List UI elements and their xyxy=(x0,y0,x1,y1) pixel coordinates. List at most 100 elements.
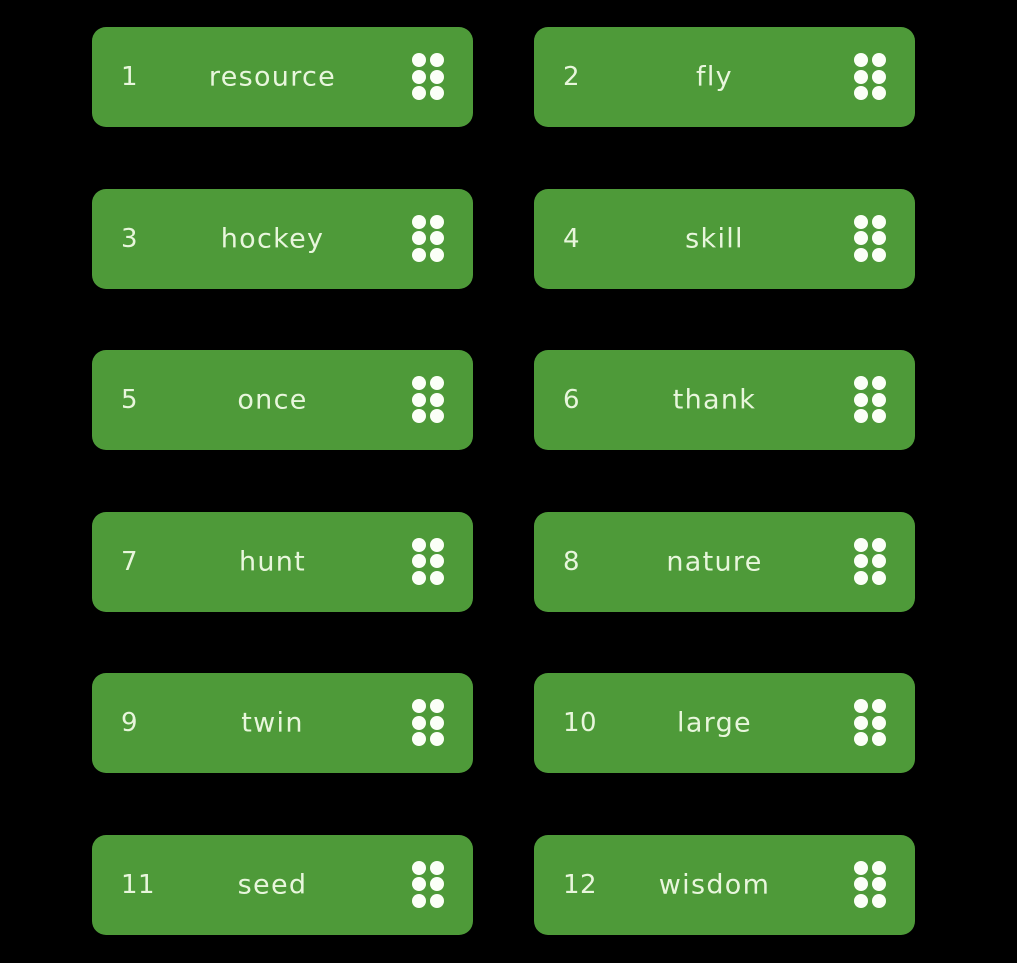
word-label: hockey xyxy=(220,223,325,254)
handle-dot xyxy=(412,554,426,568)
handle-dot xyxy=(872,570,886,585)
drag-handle-icon[interactable] xyxy=(412,537,445,586)
word-label: wisdom xyxy=(658,869,771,900)
handle-dot xyxy=(412,699,426,713)
handle-dot xyxy=(872,699,886,713)
handle-dot xyxy=(412,214,426,229)
handle-dot xyxy=(854,214,868,229)
word-tile-1[interactable]: 1 resource xyxy=(92,27,473,127)
handle-dot xyxy=(412,376,426,390)
handle-dot xyxy=(412,860,426,875)
handle-dot xyxy=(412,893,426,908)
word-tile-2[interactable]: 2 fly xyxy=(534,27,915,127)
handle-dot xyxy=(854,537,868,552)
word-label: seed xyxy=(237,869,308,900)
handle-dot xyxy=(412,392,426,407)
handle-dot xyxy=(412,86,426,100)
handle-dot xyxy=(412,537,426,552)
handle-dot xyxy=(872,69,886,84)
handle-dot xyxy=(854,554,868,568)
word-label: fly xyxy=(696,61,733,93)
handle-dot xyxy=(430,860,444,875)
word-label: nature xyxy=(666,546,763,577)
handle-dot xyxy=(430,69,444,84)
handle-dot xyxy=(854,392,868,407)
word-tile-11[interactable]: 11 seed xyxy=(92,834,473,935)
handle-dot xyxy=(430,554,444,568)
drag-handle-icon[interactable] xyxy=(854,53,887,101)
handle-dot xyxy=(872,247,886,262)
drag-handle-icon[interactable] xyxy=(412,53,445,101)
handle-dot xyxy=(412,732,426,746)
handle-dot xyxy=(872,231,886,245)
handle-dot xyxy=(412,247,426,262)
word-tile-5[interactable]: 5 once xyxy=(92,350,473,450)
handle-dot xyxy=(412,570,426,585)
drag-handle-icon[interactable] xyxy=(412,699,445,747)
word-label: thank xyxy=(672,384,757,416)
word-tile-3[interactable]: 3 hockey xyxy=(92,188,473,289)
handle-dot xyxy=(430,53,444,67)
handle-dot xyxy=(430,376,444,390)
handle-dot xyxy=(430,86,444,100)
drag-handle-icon[interactable] xyxy=(854,376,887,424)
handle-dot xyxy=(430,715,444,730)
handle-dot xyxy=(872,732,886,746)
handle-dot xyxy=(854,86,868,100)
handle-dot xyxy=(412,715,426,730)
handle-dot xyxy=(430,893,444,908)
handle-dot xyxy=(430,570,444,585)
word-tile-7[interactable]: 7 hunt xyxy=(92,511,473,612)
word-tile-6[interactable]: 6 thank xyxy=(534,350,915,450)
handle-dot xyxy=(854,732,868,746)
drag-handle-icon[interactable] xyxy=(854,860,887,909)
handle-dot xyxy=(872,86,886,100)
drag-handle-icon[interactable] xyxy=(412,860,445,909)
word-tile-12[interactable]: 12 wisdom xyxy=(534,834,915,935)
handle-dot xyxy=(430,732,444,746)
handle-dot xyxy=(872,877,886,891)
handle-dot xyxy=(854,69,868,84)
drag-handle-icon[interactable] xyxy=(412,376,445,424)
drag-handle-icon[interactable] xyxy=(412,214,445,263)
word-tile-10[interactable]: 10 large xyxy=(534,673,915,773)
handle-dot xyxy=(872,554,886,568)
word-tile-grid: 1 resource 2 fly 3 hockey 4 skill 5 once… xyxy=(92,27,915,935)
word-label: large xyxy=(677,707,752,739)
handle-dot xyxy=(854,409,868,423)
handle-dot xyxy=(430,537,444,552)
handle-dot xyxy=(412,231,426,245)
handle-dot xyxy=(412,53,426,67)
handle-dot xyxy=(430,214,444,229)
handle-dot xyxy=(872,860,886,875)
handle-dot xyxy=(412,69,426,84)
word-tile-9[interactable]: 9 twin xyxy=(92,673,473,773)
handle-dot xyxy=(854,715,868,730)
handle-dot xyxy=(872,715,886,730)
word-label: once xyxy=(237,384,308,416)
word-tile-8[interactable]: 8 nature xyxy=(534,511,915,612)
handle-dot xyxy=(872,893,886,908)
drag-handle-icon[interactable] xyxy=(854,537,887,586)
drag-handle-icon[interactable] xyxy=(854,214,887,263)
handle-dot xyxy=(854,376,868,390)
handle-dot xyxy=(412,409,426,423)
handle-dot xyxy=(412,877,426,891)
handle-dot xyxy=(430,699,444,713)
handle-dot xyxy=(872,53,886,67)
handle-dot xyxy=(854,860,868,875)
word-label: resource xyxy=(208,61,337,93)
drag-handle-icon[interactable] xyxy=(854,699,887,747)
word-label: skill xyxy=(685,223,744,254)
handle-dot xyxy=(872,376,886,390)
handle-dot xyxy=(854,699,868,713)
word-label: hunt xyxy=(238,546,307,577)
handle-dot xyxy=(430,877,444,891)
handle-dot xyxy=(872,214,886,229)
word-tile-4[interactable]: 4 skill xyxy=(534,188,915,289)
word-label: twin xyxy=(241,707,304,739)
handle-dot xyxy=(430,409,444,423)
handle-dot xyxy=(430,247,444,262)
handle-dot xyxy=(872,537,886,552)
handle-dot xyxy=(854,53,868,67)
